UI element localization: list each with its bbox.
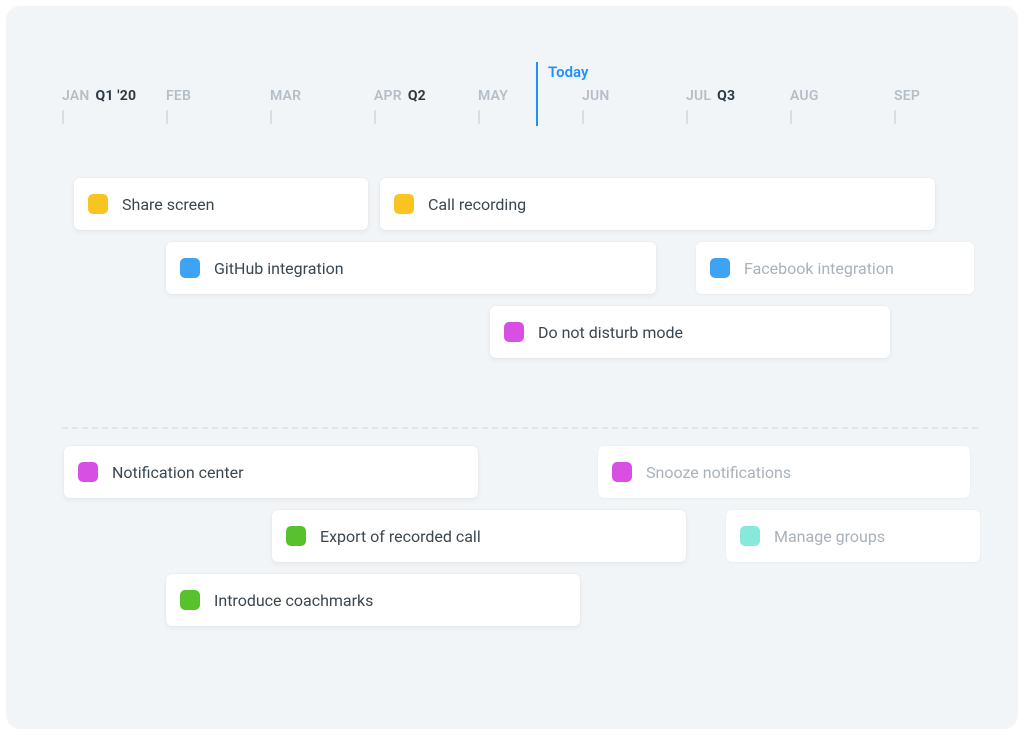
roadmap-card[interactable]: Introduce coachmarks [166, 574, 580, 626]
category-swatch-icon [710, 258, 730, 278]
month-text: JUN [582, 88, 610, 104]
roadmap-card[interactable]: Facebook integration [696, 242, 974, 294]
month-label: APR Q2 [374, 88, 426, 104]
card-label: Snooze notifications [646, 463, 791, 482]
card-label: Do not disturb mode [538, 323, 683, 342]
month-label: FEB [166, 88, 191, 104]
tick-mark [478, 110, 480, 124]
roadmap-card[interactable]: Notification center [64, 446, 478, 498]
month-text: JUL [686, 88, 711, 104]
card-label: Share screen [122, 195, 214, 214]
tick-mark [374, 110, 376, 124]
timeline-header: Today JAN Q1 '20 FEB MAR APR Q2 MAY JUN JUL Q3 AUG… [6, 66, 1018, 136]
tick-mark [166, 110, 168, 124]
category-swatch-icon [612, 462, 632, 482]
card-label: Introduce coachmarks [214, 591, 373, 610]
tick-mark [582, 110, 584, 124]
category-swatch-icon [88, 194, 108, 214]
quarter-text: Q2 [408, 88, 426, 104]
roadmap-card[interactable]: Do not disturb mode [490, 306, 890, 358]
month-label: SEP [894, 88, 920, 104]
roadmap-card[interactable]: Manage groups [726, 510, 980, 562]
category-swatch-icon [180, 590, 200, 610]
today-label: Today [548, 63, 588, 81]
card-label: Manage groups [774, 527, 885, 546]
month-label: JUL Q3 [686, 88, 735, 104]
month-label: AUG [790, 88, 819, 104]
quarter-text: Q3 [717, 88, 735, 104]
card-label: Export of recorded call [320, 527, 481, 546]
month-text: AUG [790, 88, 819, 104]
month-text: FEB [166, 88, 191, 104]
today-marker [536, 62, 538, 126]
month-label: MAY [478, 88, 508, 104]
category-swatch-icon [286, 526, 306, 546]
month-text: MAR [270, 88, 301, 104]
month-label: MAR [270, 88, 301, 104]
roadmap-card[interactable]: Share screen [74, 178, 368, 230]
category-swatch-icon [180, 258, 200, 278]
card-label: Facebook integration [744, 259, 894, 278]
category-swatch-icon [78, 462, 98, 482]
tick-mark [894, 110, 896, 124]
tick-mark [790, 110, 792, 124]
tick-mark [62, 110, 64, 124]
card-label: Notification center [112, 463, 244, 482]
category-swatch-icon [740, 526, 760, 546]
quarter-text: Q1 '20 [96, 88, 137, 104]
month-label: JUN [582, 88, 610, 104]
category-swatch-icon [504, 322, 524, 342]
month-text: SEP [894, 88, 920, 104]
month-text: APR [374, 88, 402, 104]
category-swatch-icon [394, 194, 414, 214]
tick-mark [270, 110, 272, 124]
month-text: MAY [478, 88, 508, 104]
roadmap-card[interactable]: Export of recorded call [272, 510, 686, 562]
roadmap-board: Today JAN Q1 '20 FEB MAR APR Q2 MAY JUN JUL Q3 AUG… [6, 6, 1018, 729]
card-label: Call recording [428, 195, 526, 214]
roadmap-card[interactable]: Snooze notifications [598, 446, 970, 498]
roadmap-card[interactable]: Call recording [380, 178, 935, 230]
tick-mark [686, 110, 688, 124]
month-text: JAN [62, 88, 90, 104]
card-label: GitHub integration [214, 259, 344, 278]
roadmap-card[interactable]: GitHub integration [166, 242, 656, 294]
group-divider [62, 427, 978, 429]
month-label: JAN Q1 '20 [62, 88, 136, 104]
